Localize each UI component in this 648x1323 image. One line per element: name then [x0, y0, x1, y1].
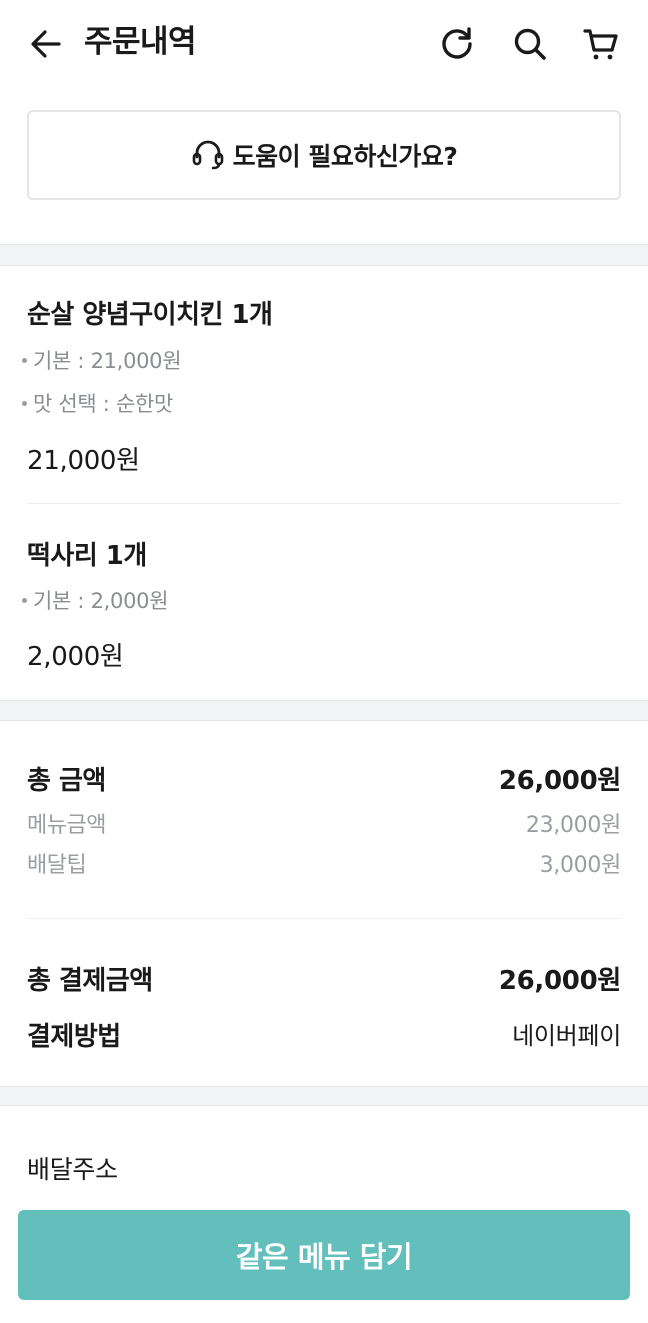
header: 주문내역	[0, 0, 648, 86]
delivery-address-label: 배달주소	[27, 1155, 118, 1184]
help-label: 도움이 필요하신가요?	[232, 142, 458, 171]
refresh-button[interactable]	[435, 22, 479, 66]
payment-method-label: 결제방법	[27, 1022, 121, 1052]
order-item-name: 떡사리 1개	[27, 541, 147, 571]
order-history-page: 주문내역 도움이 필요하신가요? 순살 양념구이치킨 1개 기본: 21,00…	[0, 0, 648, 1323]
item-divider	[27, 503, 621, 504]
order-item-option: 기본 : 2,000원	[22, 585, 169, 615]
delivery-tip-value: 3,000원	[539, 853, 622, 878]
search-icon	[514, 28, 546, 60]
search-button[interactable]	[508, 22, 552, 66]
add-same-menu-label: 같은 메뉴 담기	[235, 1240, 413, 1274]
order-item-option: 기본 : 21,000원	[22, 345, 182, 375]
payment-total-value: 26,000원	[498, 966, 621, 996]
cart-button[interactable]	[579, 22, 623, 66]
section-divider	[0, 700, 648, 721]
arrow-left-icon	[31, 30, 61, 58]
menu-amount-value: 23,000원	[525, 813, 621, 838]
add-same-menu-button[interactable]: 같은 메뉴 담기	[18, 1210, 630, 1300]
order-item-name: 순살 양념구이치킨 1개	[27, 300, 273, 330]
order-item-price: 2,000원	[27, 642, 124, 672]
order-item-price: 21,000원	[27, 446, 140, 476]
section-divider	[0, 244, 648, 266]
headset-icon	[192, 140, 223, 170]
page-title: 주문내역	[84, 24, 197, 60]
back-button[interactable]	[26, 24, 66, 64]
payment-method-value: 네이버페이	[512, 1022, 621, 1050]
delivery-tip-label: 배달팁	[27, 853, 87, 878]
refresh-icon	[442, 27, 472, 59]
menu-amount-label: 메뉴금액	[27, 813, 106, 838]
cart-icon	[583, 29, 618, 60]
summary-divider	[27, 918, 621, 919]
order-item-option: 맛 선택 : 순한맛	[22, 388, 173, 418]
total-amount-value: 26,000원	[498, 766, 621, 796]
payment-total-label: 총 결제금액	[27, 966, 153, 996]
total-amount-label: 총 금액	[27, 766, 106, 796]
section-divider	[0, 1086, 648, 1106]
help-button[interactable]: 도움이 필요하신가요?	[27, 110, 621, 200]
